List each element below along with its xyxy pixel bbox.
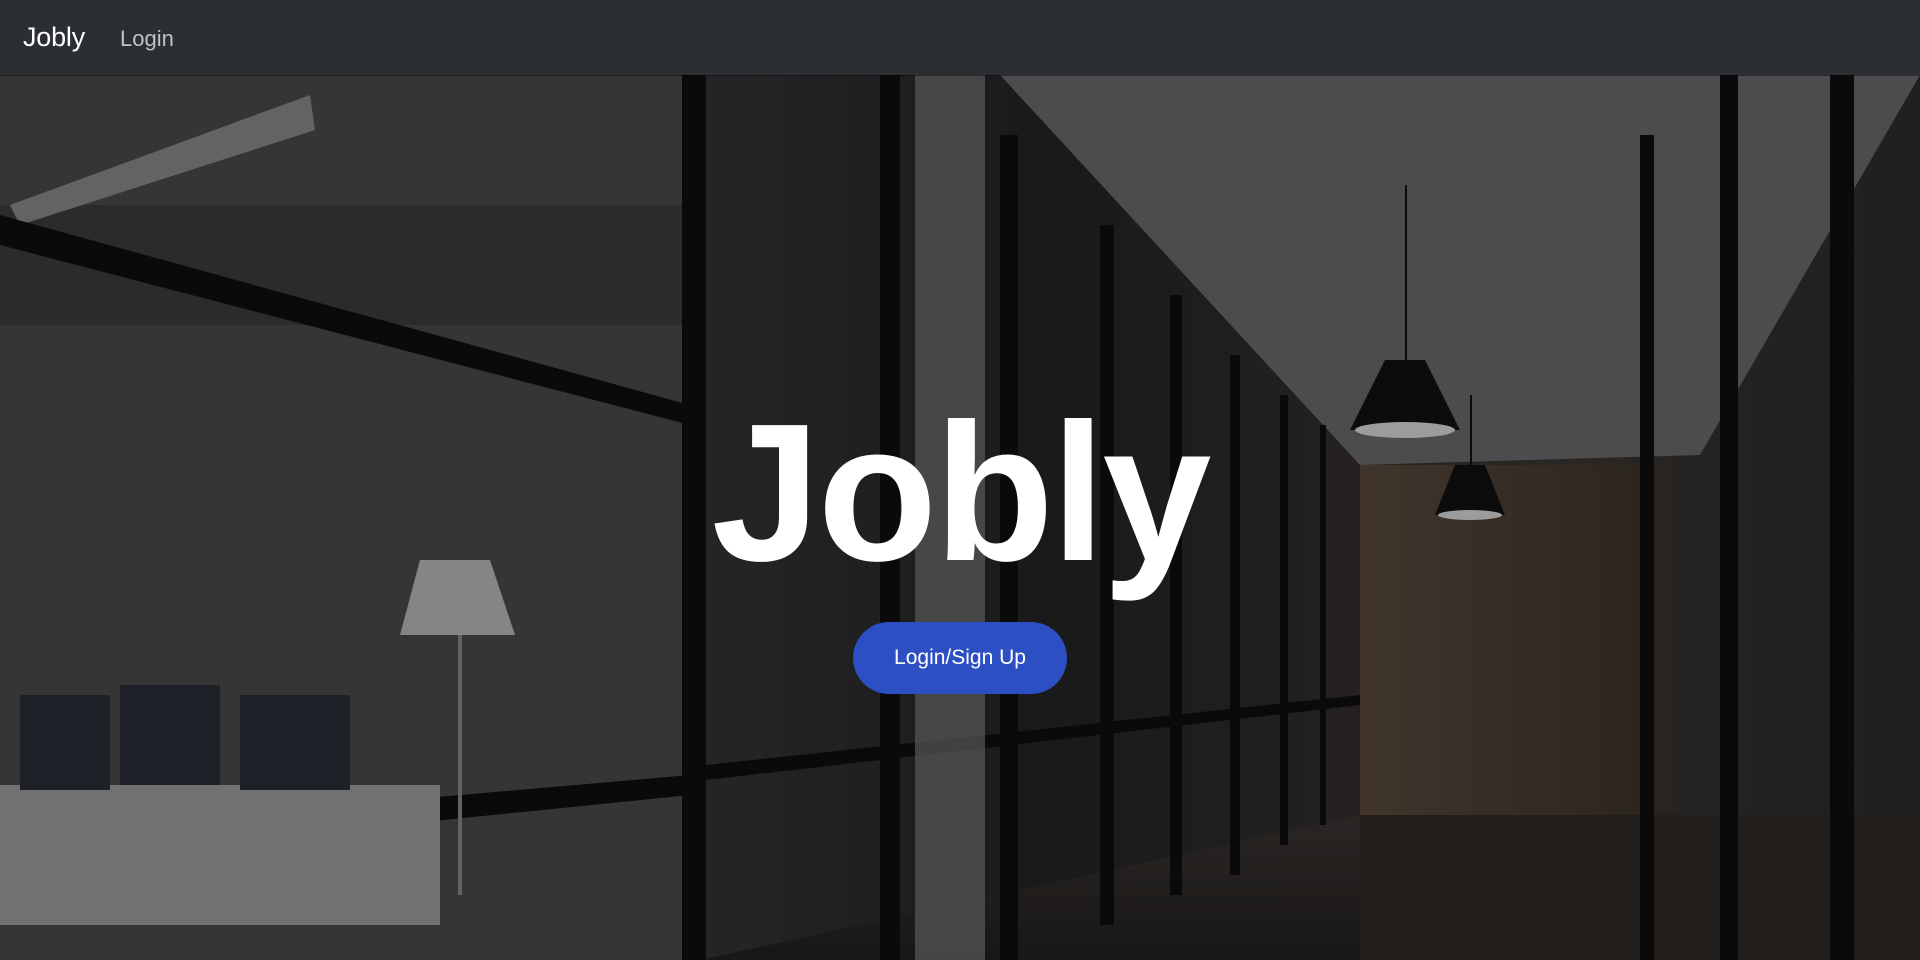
hero-title: Jobly xyxy=(711,383,1212,602)
nav-link-login[interactable]: Login xyxy=(120,26,174,52)
brand-link[interactable]: Jobly xyxy=(23,22,85,53)
hero-section: Jobly Login/Sign Up xyxy=(0,75,1920,960)
top-navbar: Jobly Login xyxy=(0,0,1920,75)
login-signup-button[interactable]: Login/Sign Up xyxy=(853,622,1067,694)
